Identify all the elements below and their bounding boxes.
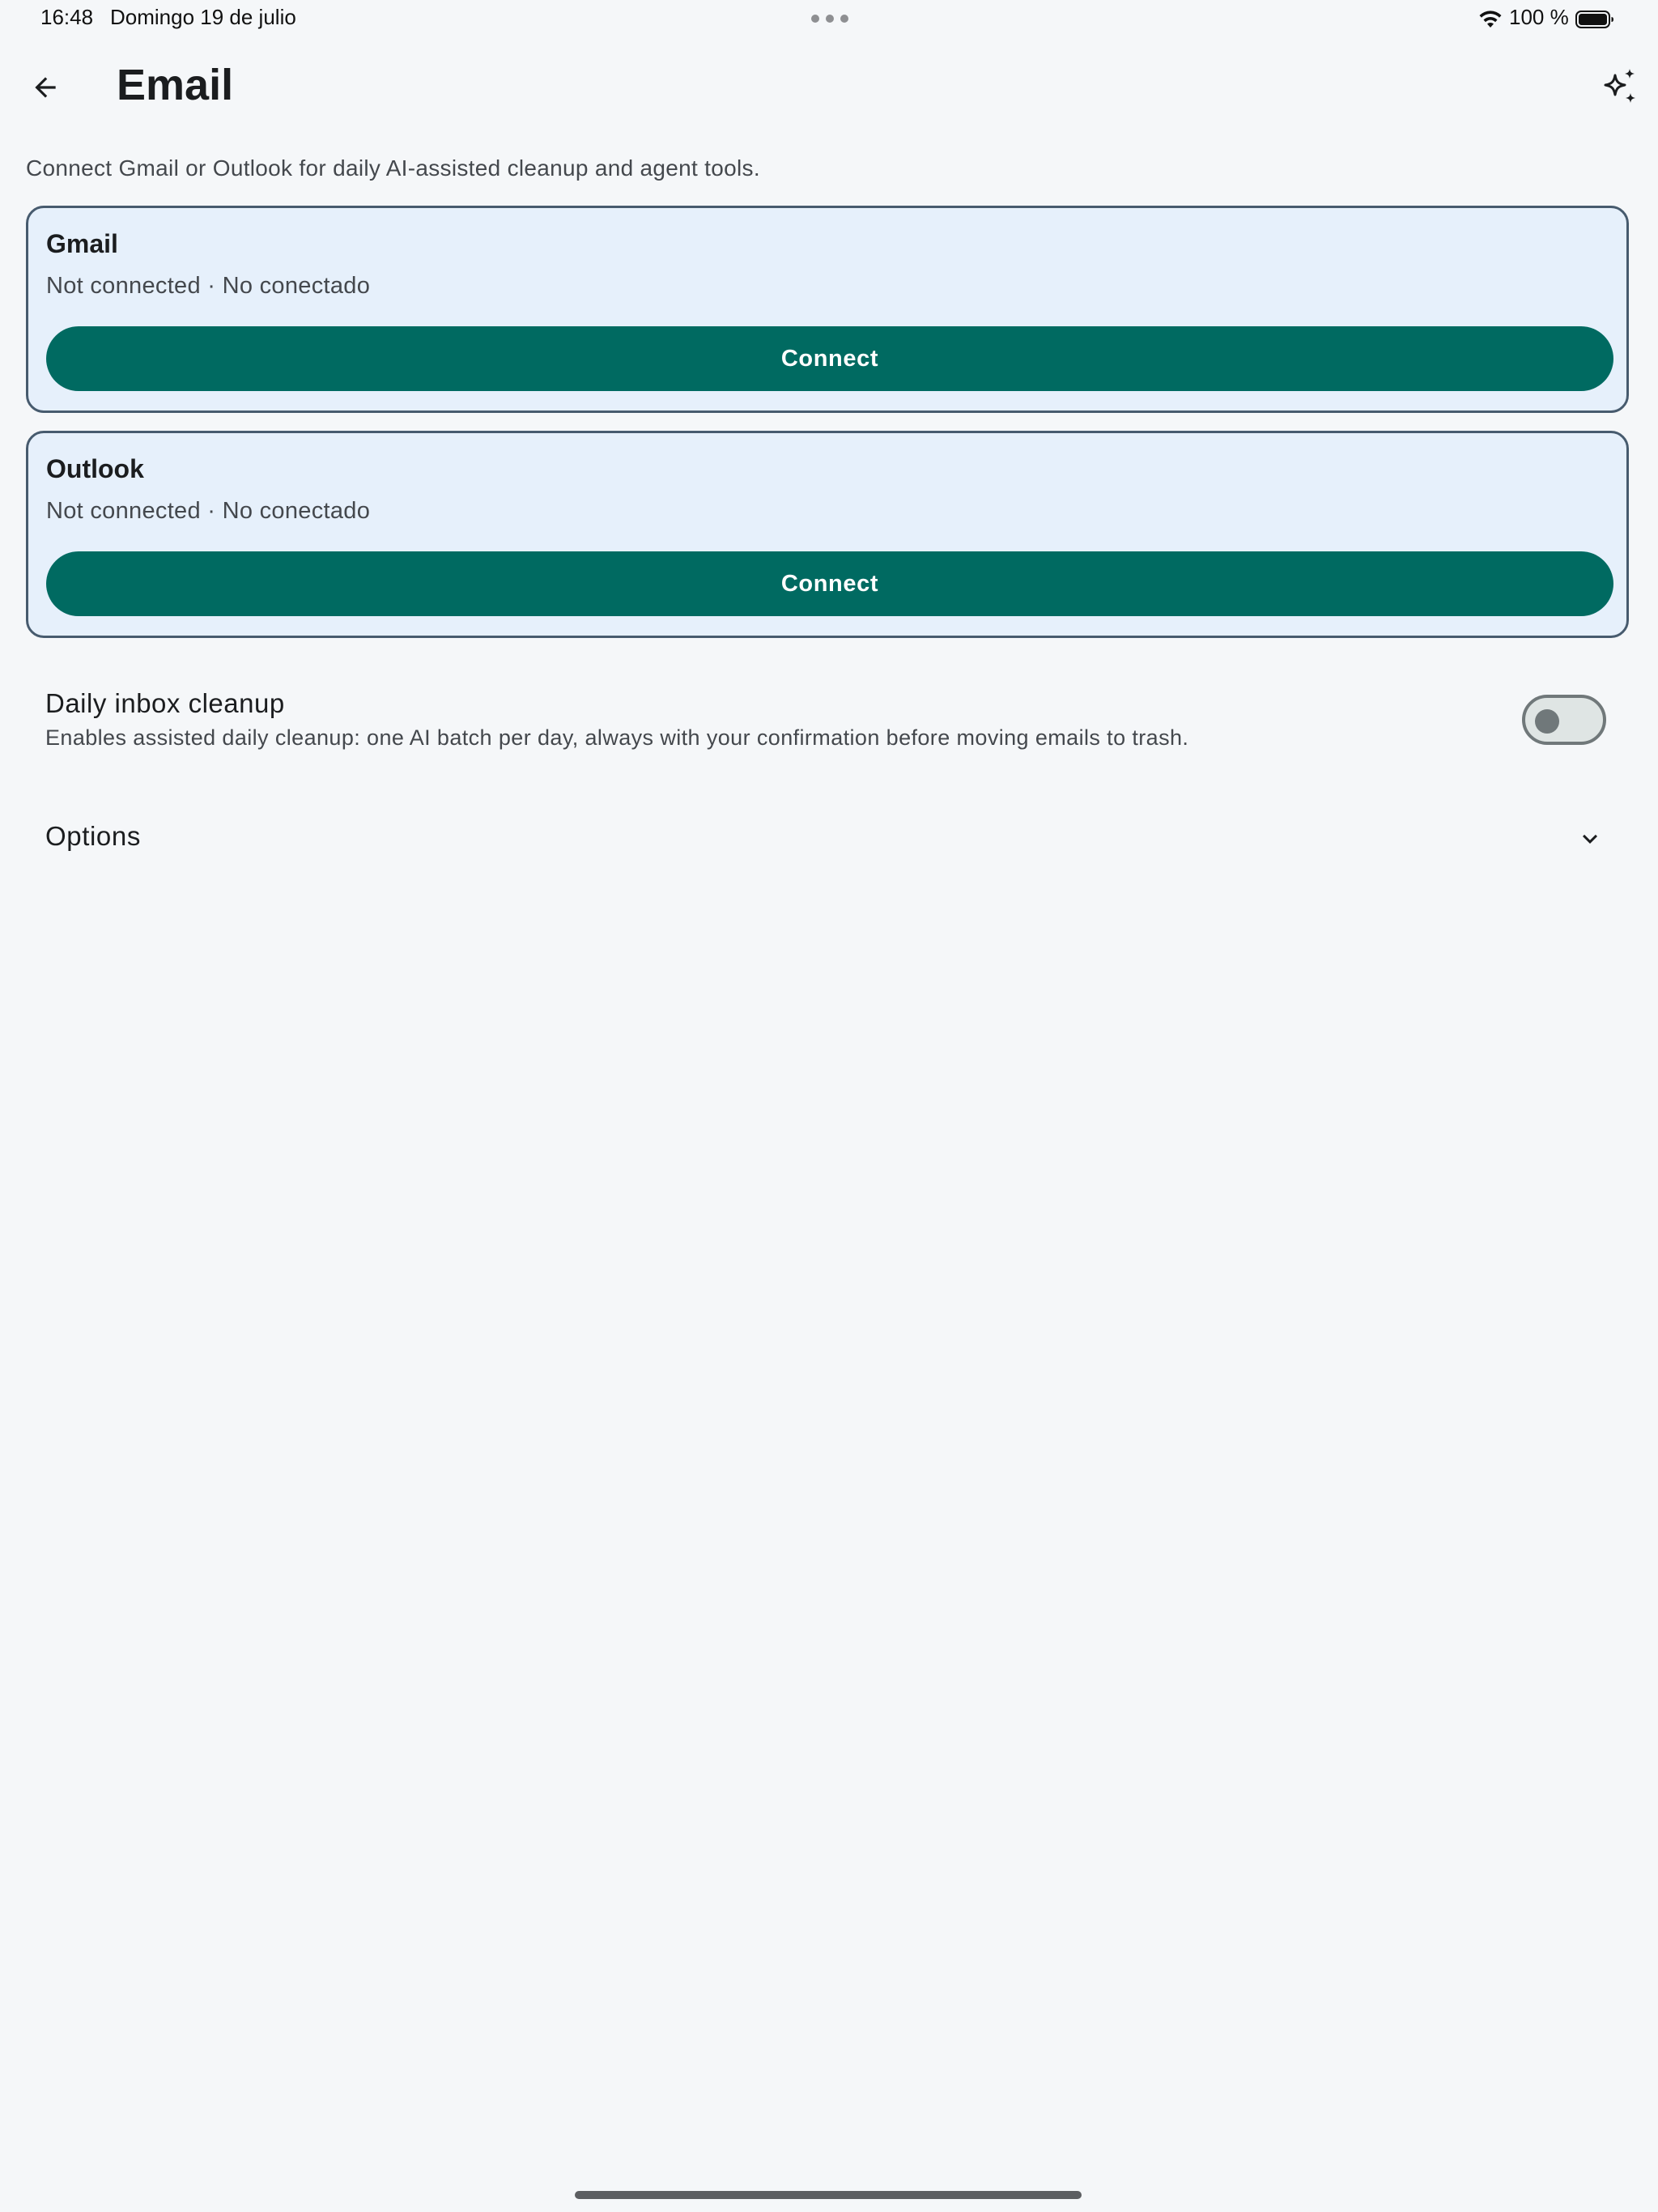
battery-percentage: 100 % bbox=[1509, 5, 1569, 29]
intro-text: Connect Gmail or Outlook for daily AI-as… bbox=[26, 155, 760, 181]
provider-name: Outlook bbox=[46, 454, 144, 483]
connection-status: Not connected · No conectado bbox=[46, 273, 371, 299]
app-bar: Email bbox=[0, 49, 1658, 123]
provider-name: Gmail bbox=[46, 229, 118, 258]
outlook-connect-button[interactable]: Connect bbox=[46, 551, 1613, 616]
assistant-button[interactable] bbox=[1593, 60, 1647, 113]
options-label: Options bbox=[45, 821, 141, 851]
back-button[interactable] bbox=[19, 62, 71, 113]
daily-cleanup-description: Enables assisted daily cleanup: one AI b… bbox=[45, 725, 1189, 750]
sparkle-icon bbox=[1604, 69, 1635, 103]
gmail-card: Gmail Not connected · No conectado Conne… bbox=[26, 206, 1629, 413]
status-date: Domingo 19 de julio bbox=[110, 5, 296, 29]
page-title: Email bbox=[117, 61, 234, 109]
email-settings-screen: 16:48 Domingo 19 de julio 100 % Email Co… bbox=[0, 0, 1658, 2212]
gmail-connect-button[interactable]: Connect bbox=[46, 326, 1613, 391]
arrow-back-icon bbox=[35, 77, 56, 98]
status-bar: 16:48 Domingo 19 de julio 100 % bbox=[0, 0, 1658, 39]
daily-cleanup-row: Daily inbox cleanup Enables assisted dai… bbox=[45, 682, 1608, 771]
status-time: 16:48 bbox=[40, 5, 94, 29]
outlook-card: Outlook Not connected · No conectado Con… bbox=[26, 431, 1629, 638]
battery-icon bbox=[1575, 11, 1613, 28]
home-indicator[interactable] bbox=[575, 2191, 1082, 2199]
more-dots-icon[interactable] bbox=[811, 15, 848, 23]
connection-status: Not connected · No conectado bbox=[46, 498, 371, 524]
options-expander[interactable]: Options bbox=[45, 810, 1608, 866]
wifi-icon bbox=[1479, 11, 1502, 28]
daily-cleanup-toggle[interactable] bbox=[1522, 695, 1606, 745]
daily-cleanup-title: Daily inbox cleanup bbox=[45, 688, 285, 718]
chevron-down-icon bbox=[1583, 834, 1597, 844]
toggle-knob bbox=[1535, 709, 1559, 734]
